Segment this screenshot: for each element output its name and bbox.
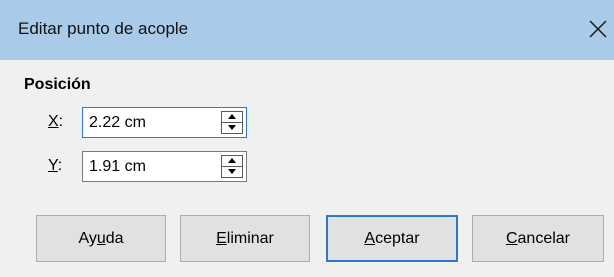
y-label-colon: : (57, 157, 63, 174)
x-spin-buttons (221, 111, 243, 134)
y-field-label: Y: (48, 157, 62, 175)
x-label-colon: : (58, 113, 64, 130)
title-bar: Editar punto de acople (0, 0, 614, 60)
help-button[interactable]: Ayuda (36, 215, 166, 262)
ok-button[interactable]: Aceptar (326, 215, 458, 262)
x-position-value[interactable]: 2.22 cm (89, 114, 146, 132)
edit-glue-point-dialog: Editar punto de acople Posición X: 2.22 … (0, 0, 614, 277)
x-field-label: X: (48, 113, 63, 131)
dialog-title: Editar punto de acople (18, 19, 189, 38)
x-label-mnemonic: X (48, 113, 59, 130)
position-section-title: Posición (24, 76, 91, 93)
y-increment-arrow-icon[interactable] (222, 156, 242, 167)
y-label-mnemonic: Y (48, 157, 58, 174)
y-decrement-arrow-icon[interactable] (222, 167, 242, 177)
x-decrement-arrow-icon[interactable] (222, 123, 242, 133)
close-button[interactable] (584, 13, 612, 45)
cancel-button[interactable]: Cancelar (472, 215, 604, 262)
x-increment-arrow-icon[interactable] (222, 112, 242, 123)
y-position-spinbox[interactable]: 1.91 cm (82, 151, 247, 182)
y-position-value[interactable]: 1.91 cm (89, 158, 146, 176)
delete-button[interactable]: Eliminar (180, 215, 310, 262)
close-icon (589, 20, 607, 38)
x-position-spinbox[interactable]: 2.22 cm (82, 107, 247, 138)
y-spin-buttons (221, 155, 243, 178)
